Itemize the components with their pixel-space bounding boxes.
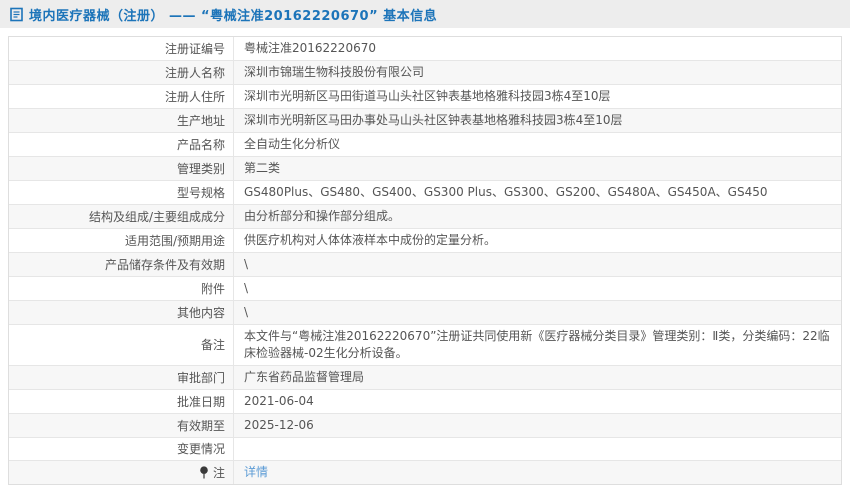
row-label-text: 适用范围/预期用途 [124, 233, 225, 248]
row-value: 2021-06-04 [234, 390, 841, 413]
row-value: 全自动生化分析仪 [234, 133, 841, 156]
row-value-text: 本文件与“粤械注准20162220670”注册证共同使用新《医疗器械分类目录》管… [244, 329, 830, 360]
table-row: 注册人住所 深圳市光明新区马田街道马山头社区钟表基地格雅科技园3栋4至10层 [9, 84, 841, 108]
row-value-text: 供医疗机构对人体体液样本中成份的定量分析。 [244, 233, 497, 247]
row-label-text: 注册证编号 [164, 41, 225, 56]
row-label: 备注 [9, 325, 234, 365]
row-label: 附件 [9, 277, 234, 300]
row-value-text: GS480Plus、GS480、GS400、GS300 Plus、GS300、G… [244, 185, 768, 199]
row-value-text: \ [244, 257, 249, 271]
table-row: 注册证编号 粤械注准20162220670 [9, 37, 841, 60]
row-label-text: 结构及组成/主要组成成分 [88, 209, 225, 224]
row-value-text: \ [244, 305, 249, 319]
row-value-text: 深圳市锦瑞生物科技股份有限公司 [244, 65, 425, 79]
table-row: 注 详情 [9, 460, 841, 484]
row-value: 详情 [234, 461, 841, 484]
table-row: 产品名称 全自动生化分析仪 [9, 132, 841, 156]
row-label: 生产地址 [9, 109, 234, 132]
row-label: 型号规格 [9, 181, 234, 204]
row-label: 产品名称 [9, 133, 234, 156]
row-label-text: 注册人住所 [164, 89, 225, 104]
row-value-text: 深圳市光明新区马田办事处马山头社区钟表基地格雅科技园3栋4至10层 [244, 113, 623, 127]
row-value-text: 深圳市光明新区马田街道马山头社区钟表基地格雅科技园3栋4至10层 [244, 89, 611, 103]
document-icon [10, 7, 23, 22]
table-row: 生产地址 深圳市光明新区马田办事处马山头社区钟表基地格雅科技园3栋4至10层 [9, 108, 841, 132]
row-label: 审批部门 [9, 366, 234, 389]
table-row: 审批部门 广东省药品监督管理局 [9, 365, 841, 389]
row-label: 注册人住所 [9, 85, 234, 108]
row-label-text: 型号规格 [176, 185, 225, 200]
row-label-text: 变更情况 [176, 442, 225, 456]
row-value-text: \ [244, 281, 249, 295]
row-label: 有效期至 [9, 414, 234, 437]
row-value [234, 438, 841, 460]
row-label: 其他内容 [9, 301, 234, 324]
row-label: 注册人名称 [9, 61, 234, 84]
row-value-text: 由分析部分和操作部分组成。 [244, 209, 401, 223]
row-label: 产品储存条件及有效期 [9, 253, 234, 276]
row-value: \ [234, 253, 841, 276]
table-row: 变更情况 [9, 437, 841, 460]
row-label: 变更情况 [9, 438, 234, 460]
table-row: 有效期至 2025-12-06 [9, 413, 841, 437]
row-value-text: 广东省药品监督管理局 [244, 370, 365, 384]
row-label-text: 附件 [200, 281, 225, 296]
row-label: 结构及组成/主要组成成分 [9, 205, 234, 228]
row-label: 批准日期 [9, 390, 234, 413]
page-title: 境内医疗器械（注册） —— “粤械注准20162220670” 基本信息 [29, 8, 438, 24]
row-label-text: 生产地址 [176, 113, 225, 128]
row-value-text: 全自动生化分析仪 [244, 137, 341, 151]
row-value: 广东省药品监督管理局 [234, 366, 841, 389]
row-label: 管理类别 [9, 157, 234, 180]
detail-link[interactable]: 详情 [244, 464, 268, 481]
row-value-text: 2021-06-04 [244, 394, 314, 408]
row-label-text: 注册人名称 [164, 65, 225, 80]
table-row: 附件 \ [9, 276, 841, 300]
table-row: 管理类别 第二类 [9, 156, 841, 180]
row-label-text: 有效期至 [176, 418, 225, 433]
table-row: 批准日期 2021-06-04 [9, 389, 841, 413]
row-value: 2025-12-06 [234, 414, 841, 437]
row-label-text: 产品名称 [176, 137, 225, 152]
row-value-text: 第二类 [244, 161, 281, 175]
row-value: \ [234, 277, 841, 300]
row-label-text: 审批部门 [176, 370, 225, 385]
pin-icon [199, 466, 209, 479]
row-value: 由分析部分和操作部分组成。 [234, 205, 841, 228]
row-label: 注册证编号 [9, 37, 234, 60]
table-row: 结构及组成/主要组成成分 由分析部分和操作部分组成。 [9, 204, 841, 228]
row-label-text: 管理类别 [176, 161, 225, 176]
row-label: 注 [9, 461, 234, 484]
row-label-text: 其他内容 [176, 305, 225, 320]
row-value: 本文件与“粤械注准20162220670”注册证共同使用新《医疗器械分类目录》管… [234, 325, 841, 365]
row-value: GS480Plus、GS480、GS400、GS300 Plus、GS300、G… [234, 181, 841, 204]
table-row: 适用范围/预期用途 供医疗机构对人体体液样本中成份的定量分析。 [9, 228, 841, 252]
title-bar: 境内医疗器械（注册） —— “粤械注准20162220670” 基本信息 [0, 0, 850, 28]
row-value-text: 粤械注准20162220670 [244, 41, 376, 55]
registration-table: 注册证编号 粤械注准20162220670 注册人名称 深圳市锦瑞生物科技股份有限公司… [8, 36, 842, 485]
row-value: 深圳市锦瑞生物科技股份有限公司 [234, 61, 841, 84]
row-value: \ [234, 301, 841, 324]
table-row: 产品储存条件及有效期 \ [9, 252, 841, 276]
row-label-text: 注 [212, 465, 225, 480]
row-label-text: 备注 [200, 338, 225, 352]
row-label-text: 批准日期 [176, 394, 225, 409]
table-row: 备注 本文件与“粤械注准20162220670”注册证共同使用新《医疗器械分类目录… [9, 324, 841, 365]
row-label: 适用范围/预期用途 [9, 229, 234, 252]
row-value: 深圳市光明新区马田办事处马山头社区钟表基地格雅科技园3栋4至10层 [234, 109, 841, 132]
table-row: 其他内容 \ [9, 300, 841, 324]
row-value: 深圳市光明新区马田街道马山头社区钟表基地格雅科技园3栋4至10层 [234, 85, 841, 108]
row-value: 第二类 [234, 157, 841, 180]
table-row: 注册人名称 深圳市锦瑞生物科技股份有限公司 [9, 60, 841, 84]
row-value-text: 2025-12-06 [244, 418, 314, 432]
row-label-text: 产品储存条件及有效期 [104, 257, 225, 272]
row-value: 供医疗机构对人体体液样本中成份的定量分析。 [234, 229, 841, 252]
table-row: 型号规格 GS480Plus、GS480、GS400、GS300 Plus、GS3… [9, 180, 841, 204]
row-value: 粤械注准20162220670 [234, 37, 841, 60]
